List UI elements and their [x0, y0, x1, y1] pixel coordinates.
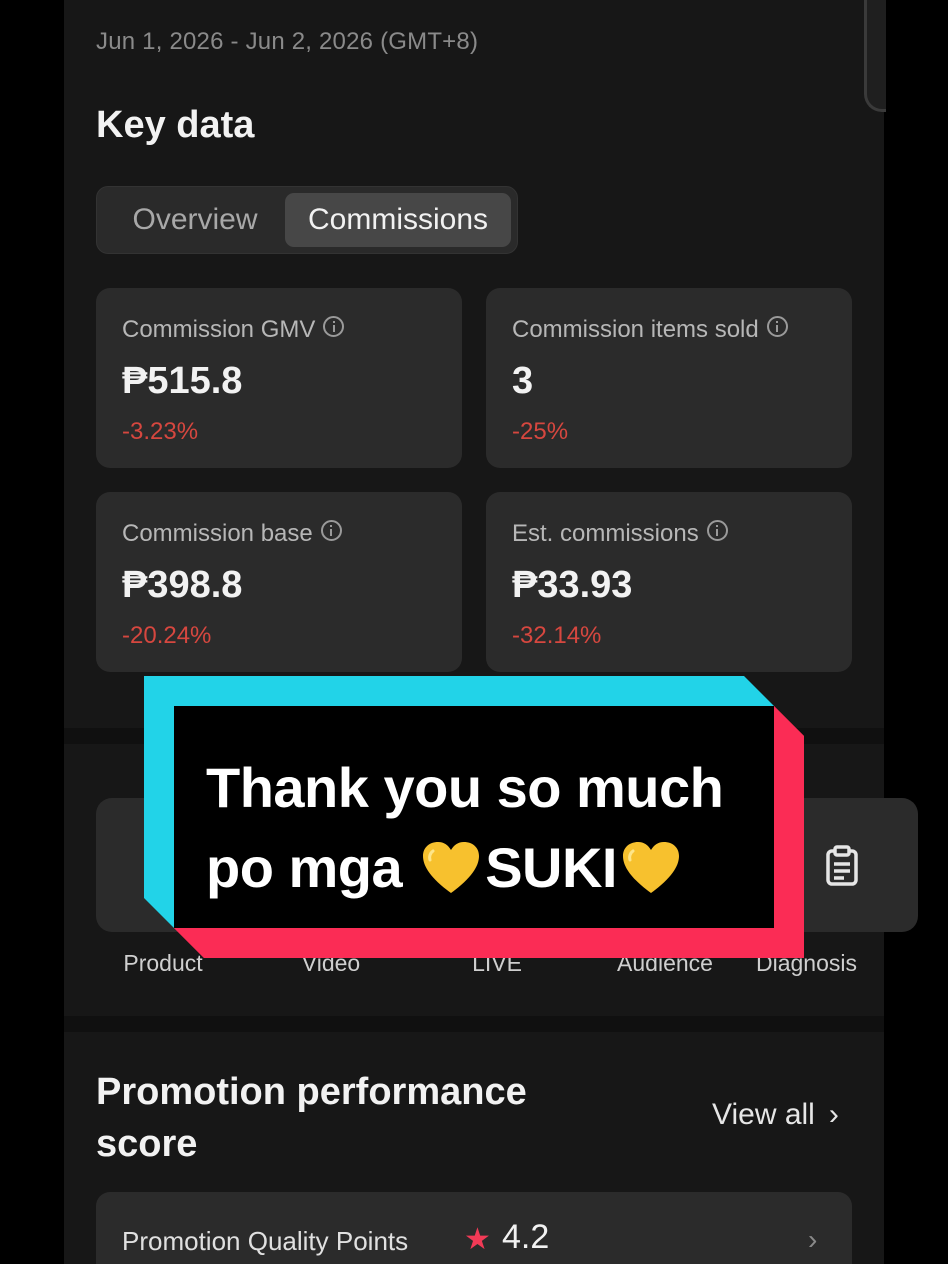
section-title: Key data	[96, 104, 255, 146]
caption-line-1: Thank you so much	[206, 756, 724, 819]
star-icon: ★	[464, 1223, 491, 1256]
metric-label: Commission items sold	[512, 316, 788, 344]
section-divider	[64, 1016, 884, 1032]
metric-card-commission-gmv[interactable]: Commission GMV ₱515.8 -3.23%	[96, 288, 462, 468]
metric-value: 3	[512, 360, 534, 402]
chevron-right-icon: ›	[828, 1098, 839, 1131]
metric-label: Est. commissions	[512, 520, 728, 548]
metric-card-est-commissions[interactable]: Est. commissions ₱33.93 -32.14%	[486, 492, 852, 672]
metric-label: Commission GMV	[122, 316, 345, 344]
info-icon[interactable]	[766, 316, 788, 337]
view-all-link[interactable]: View all ›	[712, 1098, 839, 1132]
tab-overview[interactable]: Overview	[105, 193, 285, 247]
metric-change: -25%	[512, 418, 569, 445]
info-icon[interactable]	[323, 316, 345, 337]
promotion-title: Promotion performance score	[96, 1071, 527, 1165]
chevron-right-icon: ›	[808, 1224, 818, 1255]
metric-value: ₱398.8	[122, 564, 243, 606]
metric-card-commission-base[interactable]: Commission base ₱398.8 -20.24%	[96, 492, 462, 672]
quality-label: Promotion Quality Points	[122, 1226, 409, 1256]
metric-label: Commission base	[122, 520, 342, 548]
tab-switcher: Overview Commissions	[96, 186, 518, 254]
caption-line-2: po mga SUKI	[206, 828, 766, 908]
yellow-heart-icon	[423, 842, 480, 893]
info-icon[interactable]	[706, 520, 728, 541]
metric-value: ₱33.93	[512, 564, 633, 606]
metric-value: ₱515.8	[122, 360, 243, 402]
promotion-quality-card[interactable]: Promotion Quality Points ★ 4.2 ›	[96, 1192, 852, 1264]
edge-panel	[864, 0, 886, 112]
clipboard-icon	[826, 845, 858, 886]
tab-commissions[interactable]: Commissions	[285, 193, 511, 247]
info-icon[interactable]	[320, 520, 342, 541]
date-range[interactable]: Jun 1, 2026 - Jun 2, 2026 (GMT+8)	[96, 28, 478, 56]
yellow-heart-icon	[622, 842, 679, 893]
caption-text: Thank you so much po mga SUKI	[206, 748, 766, 908]
metric-card-items-sold[interactable]: Commission items sold 3 -25%	[486, 288, 852, 468]
metric-change: -32.14%	[512, 622, 602, 649]
quality-score: 4.2	[502, 1218, 550, 1256]
metric-change: -3.23%	[122, 418, 199, 445]
metric-change: -20.24%	[122, 622, 212, 649]
